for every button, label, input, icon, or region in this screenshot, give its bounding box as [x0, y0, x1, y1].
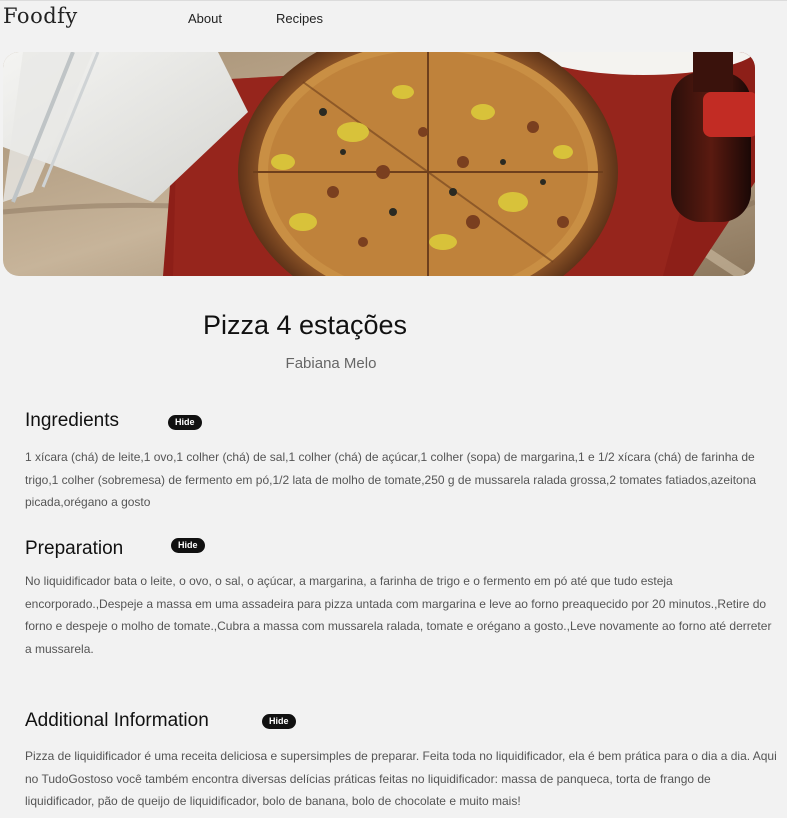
- nav-link-about[interactable]: About: [188, 11, 222, 26]
- preparation-text: No liquidificador bata o leite, o ovo, o…: [25, 574, 772, 656]
- logo[interactable]: Foodfy: [3, 4, 78, 28]
- recipe-hero-image: [3, 52, 755, 276]
- preparation-hide-button[interactable]: Hide: [171, 538, 205, 553]
- site-header: Foodfy About Recipes: [0, 0, 787, 40]
- pizza-photo: [3, 52, 755, 276]
- ingredients-hide-button[interactable]: Hide: [168, 415, 202, 430]
- recipe-author: Fabiana Melo: [285, 355, 377, 372]
- additional-info-heading: Additional Information: [25, 710, 209, 731]
- additional-info-hide-button[interactable]: Hide: [262, 714, 296, 729]
- preparation-heading: Preparation: [25, 538, 124, 559]
- ingredients-heading: Ingredients: [25, 410, 120, 431]
- recipe-title: Pizza 4 estações: [202, 310, 408, 340]
- ingredients-text: 1 xícara (chá) de leite,1 ovo,1 colher (…: [25, 450, 757, 509]
- additional-info-text: Pizza de liquidificador é uma receita de…: [25, 749, 777, 808]
- nav-link-recipes[interactable]: Recipes: [276, 11, 323, 26]
